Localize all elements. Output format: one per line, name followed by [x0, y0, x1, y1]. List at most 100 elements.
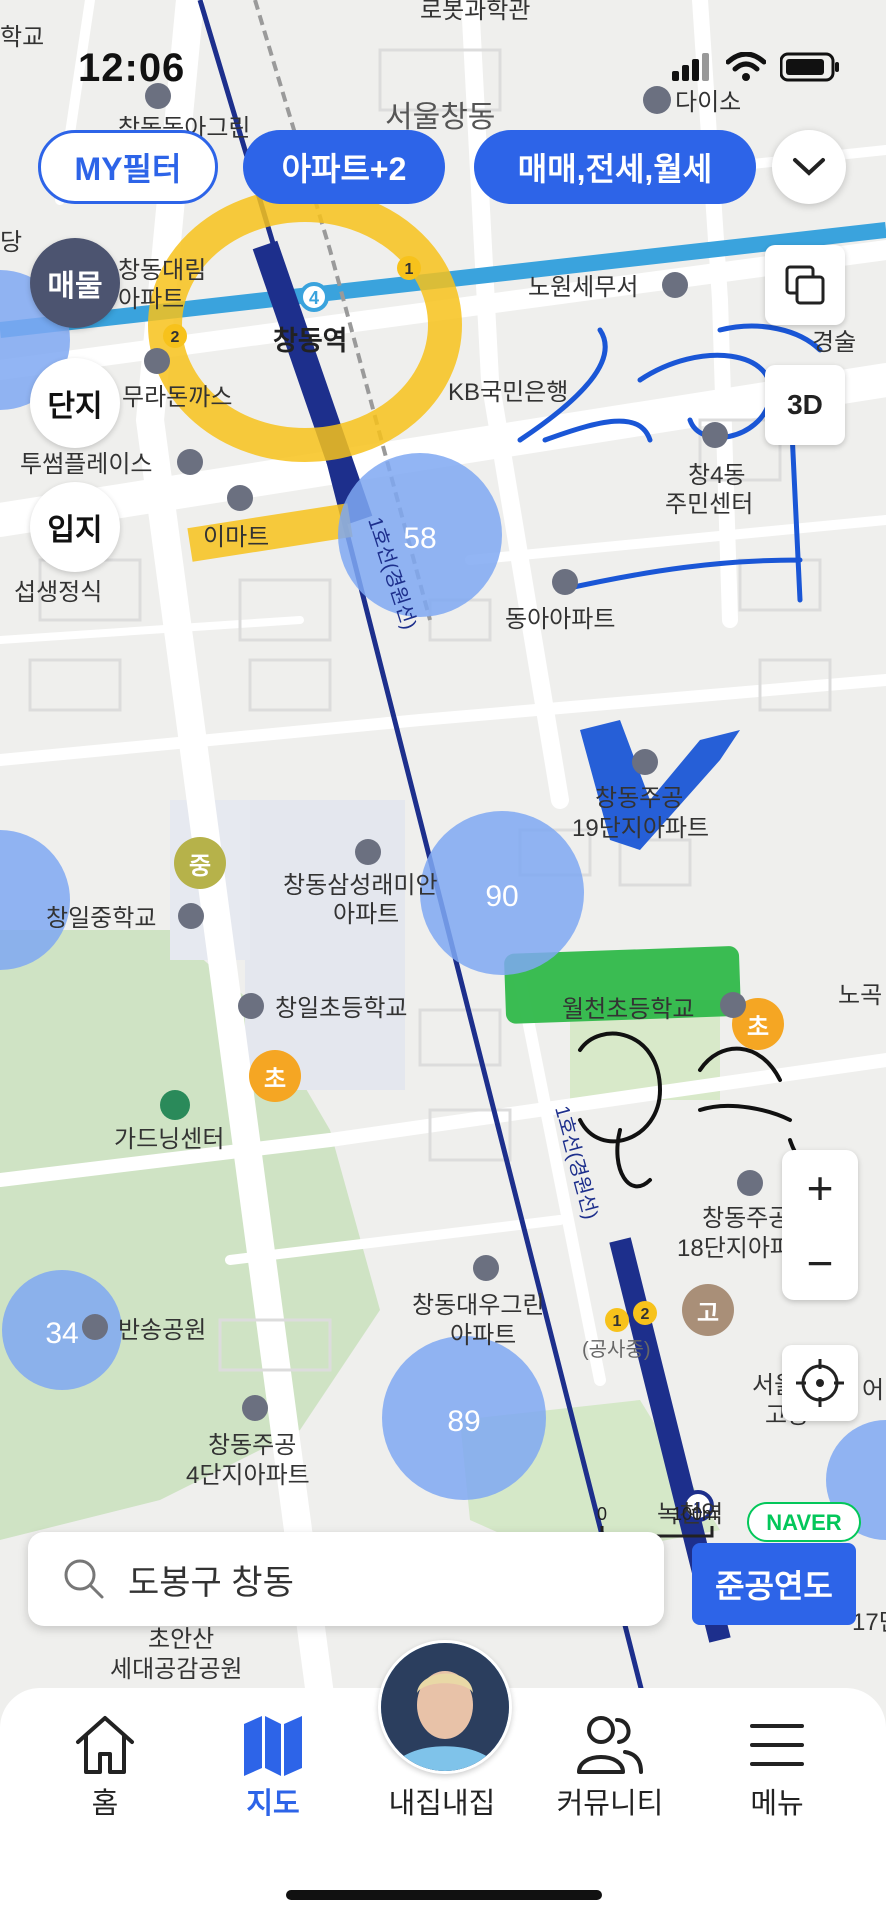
svg-text:1: 1 — [613, 1313, 622, 1330]
zoom-in-button[interactable]: + — [807, 1161, 834, 1215]
nav-menu-label: 메뉴 — [750, 1788, 804, 1820]
svg-text:가드닝센터: 가드닝센터 — [114, 1126, 224, 1153]
map-icon — [244, 1716, 302, 1776]
battery-icon — [780, 52, 839, 82]
svg-text:월천초등학교: 월천초등학교 — [562, 996, 694, 1023]
current-location-button[interactable] — [782, 1345, 858, 1421]
svg-text:0: 0 — [597, 1504, 607, 1524]
svg-text:주민센터: 주민센터 — [665, 491, 753, 518]
location-toggle[interactable]: 입지 — [30, 482, 120, 572]
expand-filters-button[interactable] — [772, 130, 846, 204]
svg-text:100m: 100m — [672, 1504, 717, 1524]
hamburger-menu-icon — [750, 1724, 804, 1766]
svg-text:1: 1 — [405, 261, 414, 278]
cluster-count: 90 — [485, 880, 518, 913]
svg-text:19단지아파트: 19단지아파트 — [572, 815, 709, 842]
svg-text:창동삼성래미안: 창동삼성래미안 — [283, 872, 438, 899]
svg-text:창동주공: 창동주공 — [208, 1432, 296, 1459]
svg-text:어: 어 — [862, 1377, 884, 1404]
elementary-school-badge[interactable]: 초 — [249, 1050, 301, 1102]
three-d-button[interactable]: 3D — [765, 365, 845, 445]
svg-text:2: 2 — [641, 1306, 650, 1323]
line2-exit-badge: 2 — [163, 324, 187, 348]
svg-text:경술: 경술 — [812, 329, 856, 356]
svg-text:초안산: 초안산 — [148, 1626, 214, 1653]
line1-station-badge: 1 — [397, 256, 421, 280]
line4-station-badge: 4 — [299, 282, 329, 312]
school-grounds — [245, 800, 405, 1090]
profile-avatar[interactable] — [378, 1640, 512, 1774]
trade-type-filter-button[interactable]: 매매,전세,월세 — [474, 130, 756, 204]
svg-text:노원세무서: 노원세무서 — [528, 274, 638, 301]
svg-text:섭생정식: 섭생정식 — [14, 579, 102, 606]
search-bar[interactable]: 도봉구 창동 — [28, 1532, 664, 1626]
svg-text:4: 4 — [309, 288, 319, 308]
svg-text:창동역: 창동역 — [273, 326, 348, 356]
garden-center-marker — [160, 1090, 190, 1120]
cluster-count: 58 — [403, 522, 436, 555]
svg-text:(공사중): (공사중) — [582, 1338, 651, 1361]
svg-text:중: 중 — [189, 853, 211, 880]
listing-cluster[interactable]: 90 — [420, 811, 584, 975]
middle-school-badge[interactable]: 중 — [174, 837, 226, 889]
svg-text:반송공원: 반송공원 — [118, 1317, 206, 1344]
svg-text:창일중학교: 창일중학교 — [46, 905, 156, 932]
crosshair-icon — [796, 1359, 844, 1407]
svg-text:초: 초 — [747, 1014, 769, 1041]
apartment-filter-button[interactable]: 아파트+2 — [243, 130, 445, 204]
svg-text:아파트: 아파트 — [450, 1322, 516, 1349]
nav-community-label: 커뮤니티 — [556, 1788, 664, 1820]
layers-icon — [785, 265, 825, 305]
svg-text:창일초등학교: 창일초등학교 — [275, 995, 407, 1022]
svg-text:창동주공: 창동주공 — [595, 785, 683, 812]
svg-text:투썸플레이스: 투썸플레이스 — [20, 451, 152, 478]
cluster-count: 34 — [45, 1317, 78, 1350]
home-icon — [76, 1716, 134, 1774]
cellular-signal-icon — [672, 53, 709, 81]
zoom-control: + − — [782, 1150, 858, 1300]
search-input[interactable]: 도봉구 창동 — [128, 1555, 294, 1604]
svg-text:KB국민은행: KB국민은행 — [448, 379, 568, 406]
svg-text:무라돈까스: 무라돈까스 — [122, 384, 232, 411]
svg-text:세대공감공원: 세대공감공원 — [110, 1656, 242, 1683]
status-bar: 12:06 — [0, 0, 886, 130]
chevron-down-icon — [793, 158, 825, 176]
layers-button[interactable] — [765, 245, 845, 325]
high-school-badge[interactable]: 고 — [682, 1284, 734, 1336]
search-icon — [64, 1559, 104, 1599]
avatar-image — [381, 1643, 509, 1771]
home-indicator — [286, 1890, 602, 1900]
nav-my-home-label: 내집내집 — [388, 1788, 496, 1820]
svg-text:2: 2 — [171, 329, 180, 346]
svg-text:창동대림: 창동대림 — [118, 257, 206, 284]
naver-logo: NAVER — [747, 1502, 861, 1542]
svg-text:아파트: 아파트 — [333, 901, 399, 928]
nav-map-label: 지도 — [246, 1788, 300, 1820]
map-canvas[interactable]: 58 90 34 89 4 1 2 1 2 1 중 초 초 고 학교 로봇과학관… — [0, 0, 886, 1920]
svg-text:창4동: 창4동 — [688, 462, 746, 489]
status-icons — [672, 52, 840, 82]
svg-text:초: 초 — [264, 1066, 286, 1093]
svg-text:NAVER: NAVER — [766, 1510, 841, 1535]
status-time: 12:06 — [78, 46, 186, 90]
cluster-count: 89 — [447, 1405, 480, 1438]
svg-text:창동대우그린: 창동대우그린 — [412, 1292, 544, 1319]
svg-text:창동주공: 창동주공 — [702, 1205, 790, 1232]
listings-toggle[interactable]: 매물 — [30, 238, 120, 328]
wifi-icon — [726, 52, 766, 81]
my-filter-button[interactable]: MY필터 — [38, 130, 218, 204]
svg-text:동아아파트: 동아아파트 — [505, 606, 615, 633]
completion-year-button[interactable]: 준공연도 — [692, 1543, 856, 1625]
svg-text:4단지아파트: 4단지아파트 — [186, 1462, 310, 1489]
people-icon — [577, 1716, 643, 1774]
svg-text:17단: 17단 — [852, 1609, 886, 1636]
zoom-out-button[interactable]: − — [807, 1236, 834, 1290]
svg-text:이마트: 이마트 — [203, 524, 269, 551]
svg-text:당: 당 — [0, 229, 22, 256]
listing-cluster[interactable]: 89 — [382, 1336, 546, 1500]
nav-home-label: 홈 — [91, 1788, 119, 1820]
svg-text:노곡: 노곡 — [838, 982, 882, 1009]
svg-text:고: 고 — [697, 1300, 719, 1327]
listing-cluster[interactable]: 58 — [338, 453, 502, 617]
complex-toggle[interactable]: 단지 — [30, 358, 120, 448]
